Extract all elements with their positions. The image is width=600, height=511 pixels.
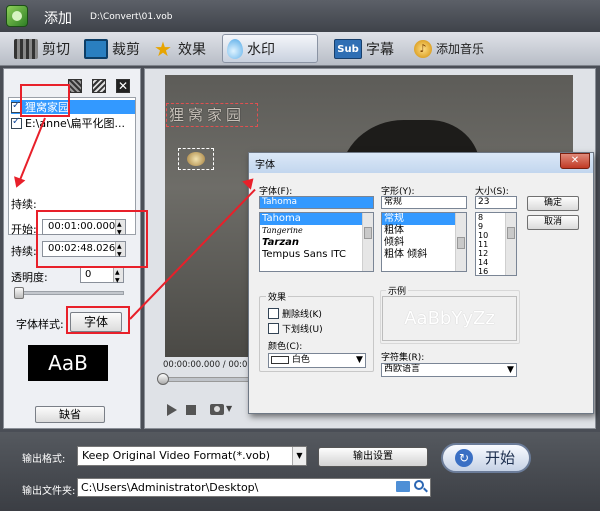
star-effect-icon: ★ [154,36,172,61]
font-preview: AaB [28,345,108,381]
opacity-slider-track[interactable] [14,291,124,295]
tab-cut-label: 剪切 [42,41,70,58]
delete-watermark-icon[interactable]: ✕ [116,79,130,93]
tab-watermark[interactable]: 水印 [222,34,318,63]
ok-button[interactable]: 确定 [527,196,579,211]
default-button[interactable]: 缺省 [35,406,105,423]
tab-crop[interactable]: 裁剪 [80,34,144,63]
file-path-label: D:\Convert\01.vob [90,12,173,22]
font-name-input[interactable]: Tahoma [259,196,374,209]
app-logo-icon [6,5,28,27]
water-drop-icon [227,38,243,59]
stop-icon[interactable] [186,405,196,415]
subtitle-icon: Sub [334,38,362,59]
font-dialog-titlebar [249,153,593,173]
opacity-spinner[interactable] [113,266,123,288]
toolbar: 剪切 裁剪 ★ 效果 水印 Sub 字幕 ♪ 添加音乐 [0,32,600,66]
cancel-button[interactable]: 取消 [527,215,579,230]
camera-icon[interactable] [210,404,224,415]
chevron-down-icon[interactable]: ▼ [356,355,363,365]
list-item[interactable]: Tangerine [260,225,373,237]
underline-checkbox[interactable] [268,323,279,334]
film-cut-icon [14,38,38,59]
add-text-watermark-icon[interactable] [68,79,82,93]
font-style-label: 字体样式: [16,318,64,331]
add-image-watermark-icon[interactable] [92,79,106,93]
tab-add-music[interactable]: ♪ 添加音乐 [410,34,488,63]
refresh-icon: ↻ [455,449,473,467]
color-select[interactable]: 白色 [268,353,366,368]
music-icon: ♪ [414,39,432,58]
list-item[interactable]: 常规 [382,213,466,225]
list-item[interactable]: Tempus Sans ITC [260,249,373,261]
strikeout-label: 删除线(K) [282,310,322,320]
start-label: 开始: [11,223,37,236]
search-icon[interactable] [414,480,424,490]
size-list-scrollbar[interactable] [505,213,516,275]
opacity-input[interactable]: 0 [80,266,124,288]
style-list-scrollbar[interactable] [455,213,466,271]
underline-option[interactable]: 下划线(U) [268,322,323,335]
list-item[interactable]: E:\anne\扁平化图... [11,116,135,130]
font-dialog-title: 字体 [255,160,275,171]
tab-effect-label: 效果 [178,41,206,58]
watermark-checkbox[interactable] [11,116,22,129]
chevron-down-icon[interactable]: ▼ [507,365,514,375]
color-swatch [271,355,289,364]
color-select-value: 白色 [291,355,310,365]
chevron-down-icon[interactable]: ▼ [292,447,306,465]
time-display: 00:00:00.000 / 00:03 [163,360,253,370]
strikeout-checkbox[interactable] [268,308,279,319]
annotation-box-font-button [66,306,130,334]
list-item[interactable]: 倾斜 [382,237,466,249]
font-list-scrollbar[interactable] [362,213,373,271]
add-file-button[interactable]: 添加 [44,8,72,28]
play-icon[interactable] [167,404,177,416]
output-folder-label: 输出文件夹: [22,486,76,497]
list-item[interactable]: 粗体 倾斜 [382,249,466,261]
annotation-box-time-fields [36,210,148,268]
list-item[interactable]: Tarzan [260,237,373,249]
duration-heading: 持续: [11,198,37,211]
image-watermark-overlay[interactable] [178,148,214,170]
seek-thumb[interactable] [157,373,169,385]
tab-subtitle-label: 字幕 [366,41,394,58]
annotation-box-watermark-item [20,84,70,117]
tab-crop-label: 裁剪 [112,41,140,58]
folder-icon[interactable] [396,481,410,492]
charset-label: 字符集(R): [381,353,425,363]
chevron-down-icon[interactable]: ▼ [226,404,232,413]
text-watermark-overlay[interactable]: 狸窝家园 [166,103,258,127]
close-icon[interactable]: ✕ [560,153,590,169]
font-style-list[interactable]: 常规 粗体 倾斜 粗体 倾斜 [381,212,467,272]
opacity-label: 透明度: [11,271,48,284]
tab-effect[interactable]: ★ 效果 [150,34,210,63]
tab-add-music-label: 添加音乐 [436,42,485,56]
tab-subtitle[interactable]: Sub 字幕 [330,34,398,63]
opacity-value: 0 [85,269,92,280]
font-style-input[interactable]: 常规 [381,196,467,209]
effects-group-label: 效果 [266,290,289,303]
crop-icon [84,38,108,59]
font-size-list[interactable]: 8 9 10 11 12 14 16 [475,212,517,276]
tab-watermark-label: 水印 [247,41,275,58]
output-folder-field[interactable]: C:\Users\Administrator\Desktop\ [77,478,431,497]
color-label: 颜色(C): [268,342,303,352]
tab-cut[interactable]: 剪切 [10,34,74,63]
output-format-select[interactable]: Keep Original Video Format(*.vob) [77,446,307,466]
font-sample-preview: AaBbYyZz [382,296,517,341]
strikeout-option[interactable]: 删除线(K) [268,307,322,320]
charset-select[interactable]: 西欧语言 [381,363,517,377]
underline-label: 下划线(U) [282,325,323,335]
output-settings-button[interactable]: 输出设置 [318,447,428,467]
opacity-slider-thumb[interactable] [14,287,24,299]
seek-bar[interactable] [161,377,251,382]
list-item[interactable]: 粗体 [382,225,466,237]
length-label: 持续: [11,245,37,258]
font-name-list[interactable]: Tahoma Tangerine Tarzan Tempus Sans ITC [259,212,374,272]
font-size-input[interactable]: 23 [475,196,517,209]
list-item[interactable]: Tahoma [260,213,373,225]
output-format-label: 输出格式: [22,454,66,465]
